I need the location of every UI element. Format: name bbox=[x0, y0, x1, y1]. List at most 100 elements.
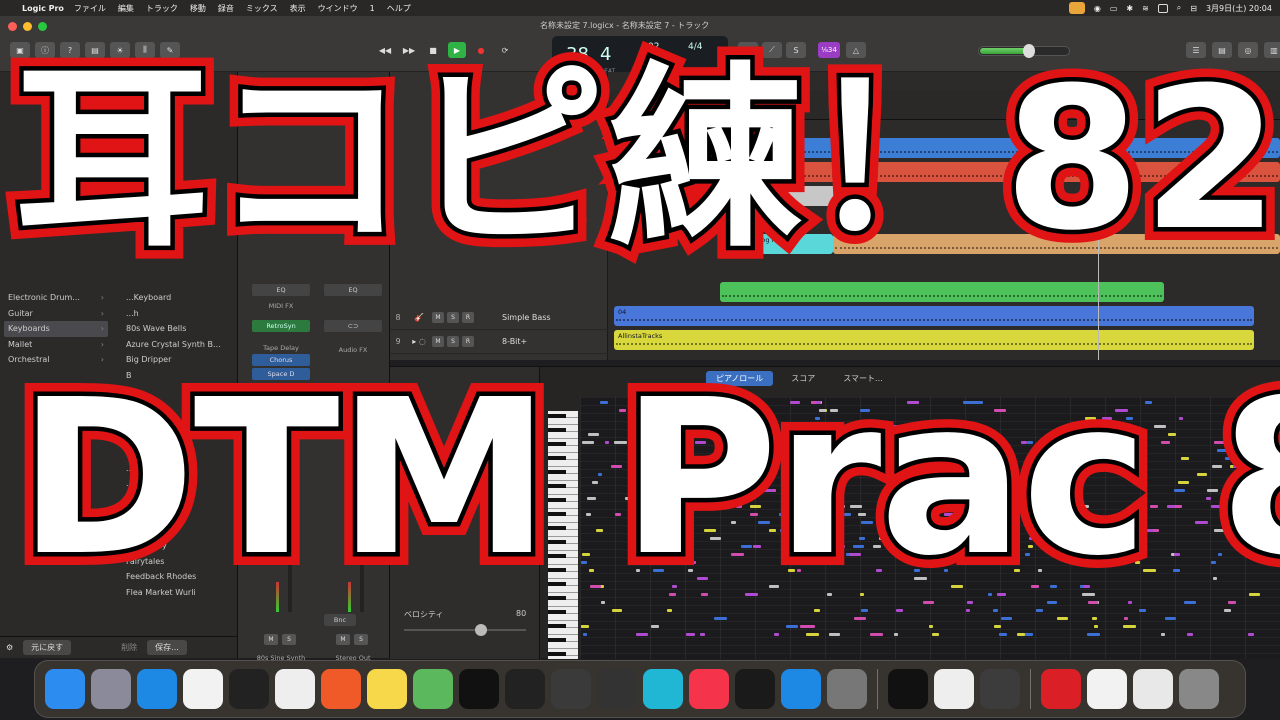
midi-note[interactable] bbox=[590, 585, 601, 588]
midi-note[interactable] bbox=[719, 465, 723, 468]
brave-icon[interactable] bbox=[321, 669, 361, 709]
midi-note[interactable] bbox=[938, 449, 945, 452]
midi-note[interactable] bbox=[818, 449, 823, 452]
midi-note[interactable] bbox=[676, 545, 680, 548]
velocity-slider[interactable] bbox=[404, 624, 526, 636]
midi-note[interactable] bbox=[689, 417, 693, 420]
midi-note[interactable] bbox=[619, 409, 626, 412]
midi-note[interactable] bbox=[1088, 601, 1098, 604]
launchpad-icon[interactable] bbox=[91, 669, 131, 709]
midi-note[interactable] bbox=[1218, 553, 1222, 556]
clock[interactable]: 3月9日(土) 20:04 bbox=[1206, 3, 1272, 14]
midi-note[interactable] bbox=[703, 425, 714, 428]
menu-app-name[interactable]: Logic Pro bbox=[22, 4, 64, 13]
midi-note[interactable] bbox=[1028, 545, 1033, 548]
midi-note[interactable] bbox=[1207, 489, 1218, 492]
minimize-window-button[interactable] bbox=[23, 22, 32, 31]
midi-note[interactable] bbox=[806, 633, 819, 636]
region[interactable]: 04 bbox=[614, 306, 1254, 326]
revert-button[interactable]: 元に戻す bbox=[23, 640, 72, 655]
mute-button[interactable]: M bbox=[264, 634, 278, 645]
midi-note[interactable] bbox=[1057, 617, 1068, 620]
menu-track[interactable]: トラック bbox=[146, 3, 178, 14]
midi-note[interactable] bbox=[1253, 529, 1263, 532]
midi-note[interactable] bbox=[818, 481, 822, 484]
midi-note[interactable] bbox=[669, 537, 676, 540]
midi-note[interactable] bbox=[686, 505, 694, 508]
wifi-icon[interactable]: ≋ bbox=[1142, 4, 1149, 13]
midi-note[interactable] bbox=[827, 593, 832, 596]
midi-note[interactable] bbox=[1249, 593, 1260, 596]
midi-note[interactable] bbox=[615, 513, 621, 516]
timeline-ruler[interactable]: 0:30 0:50 13 21 bbox=[608, 90, 1280, 120]
patch-item[interactable]: 80s Wave Bells bbox=[122, 321, 234, 337]
midi-note[interactable] bbox=[769, 441, 782, 444]
library-category[interactable]: Mallet › bbox=[4, 337, 108, 353]
midi-note[interactable] bbox=[1080, 585, 1084, 588]
midi-note[interactable] bbox=[750, 505, 761, 508]
patch-item[interactable]: Feedback Rhodes bbox=[122, 569, 234, 585]
piano-keyboard[interactable] bbox=[548, 411, 578, 659]
midi-note[interactable] bbox=[731, 521, 736, 524]
midi-note[interactable] bbox=[764, 457, 770, 460]
midi-note[interactable] bbox=[965, 529, 970, 532]
midi-note[interactable] bbox=[1145, 401, 1152, 404]
midi-note[interactable] bbox=[1058, 481, 1067, 484]
midi-note[interactable] bbox=[1093, 457, 1098, 460]
midi-note[interactable] bbox=[636, 633, 648, 636]
editors-icon[interactable]: ✎ bbox=[160, 42, 180, 58]
midi-note[interactable] bbox=[601, 601, 605, 604]
midi-note[interactable] bbox=[978, 465, 983, 468]
midi-note[interactable] bbox=[876, 569, 882, 572]
zoom-window-button[interactable] bbox=[38, 22, 47, 31]
track-header[interactable]: 9 ▸ ◌ M S R 8-Bit+ bbox=[390, 330, 608, 354]
midi-note[interactable] bbox=[914, 577, 927, 580]
chrome-icon[interactable] bbox=[275, 669, 315, 709]
midi-note[interactable] bbox=[954, 497, 964, 500]
midi-note[interactable] bbox=[781, 433, 791, 436]
midi-note[interactable] bbox=[780, 529, 792, 532]
midi-note[interactable] bbox=[1245, 401, 1255, 404]
midi-note[interactable] bbox=[1187, 633, 1193, 636]
midi-note[interactable] bbox=[664, 497, 670, 500]
fx2-slot[interactable]: Chorus bbox=[252, 354, 310, 366]
midi-note[interactable] bbox=[997, 593, 1006, 596]
midi-note[interactable] bbox=[1001, 465, 1010, 468]
midi-note[interactable] bbox=[870, 633, 883, 636]
midi-note[interactable] bbox=[1073, 513, 1079, 516]
midi-note[interactable] bbox=[815, 417, 820, 420]
midi-note[interactable] bbox=[956, 505, 969, 508]
midi-note[interactable] bbox=[945, 497, 952, 500]
midi-note[interactable] bbox=[1095, 521, 1104, 524]
midi-note[interactable] bbox=[691, 433, 696, 436]
amazon-music-icon[interactable] bbox=[643, 669, 683, 709]
midi-note[interactable] bbox=[859, 537, 865, 540]
midi-note[interactable] bbox=[1217, 449, 1226, 452]
midi-note[interactable] bbox=[1072, 433, 1081, 436]
midi-note[interactable] bbox=[714, 617, 727, 620]
midi-note[interactable] bbox=[944, 569, 948, 572]
region[interactable] bbox=[858, 210, 866, 230]
midi-note[interactable] bbox=[1135, 561, 1140, 564]
midi-note[interactable] bbox=[736, 505, 742, 508]
stop-icon[interactable]: ■ bbox=[424, 42, 442, 58]
midi-note[interactable] bbox=[1161, 633, 1165, 636]
patch-item[interactable]: Flea Market Wurli bbox=[122, 585, 234, 601]
midi-note[interactable] bbox=[1214, 441, 1225, 444]
midi-note[interactable] bbox=[729, 425, 734, 428]
midi-note[interactable] bbox=[741, 545, 752, 548]
playhead[interactable] bbox=[1098, 120, 1099, 360]
midi-note[interactable] bbox=[1057, 513, 1068, 516]
mixer-icon[interactable]: ⫼ bbox=[135, 42, 155, 58]
midi-note[interactable] bbox=[667, 609, 672, 612]
midi-note[interactable] bbox=[1029, 537, 1037, 540]
link-icon[interactable]: ⊂⊃ bbox=[324, 320, 382, 332]
library-icon[interactable]: ▣ bbox=[10, 42, 30, 58]
region[interactable]: AllinstaTracks bbox=[614, 330, 1254, 350]
midi-note[interactable] bbox=[672, 585, 677, 588]
menu-help[interactable]: ヘルプ bbox=[387, 3, 411, 14]
midi-note[interactable] bbox=[632, 553, 640, 556]
midi-note[interactable] bbox=[781, 561, 792, 564]
tab-smart-tempo[interactable]: スマート... bbox=[833, 371, 892, 386]
midi-note[interactable] bbox=[1035, 497, 1048, 500]
